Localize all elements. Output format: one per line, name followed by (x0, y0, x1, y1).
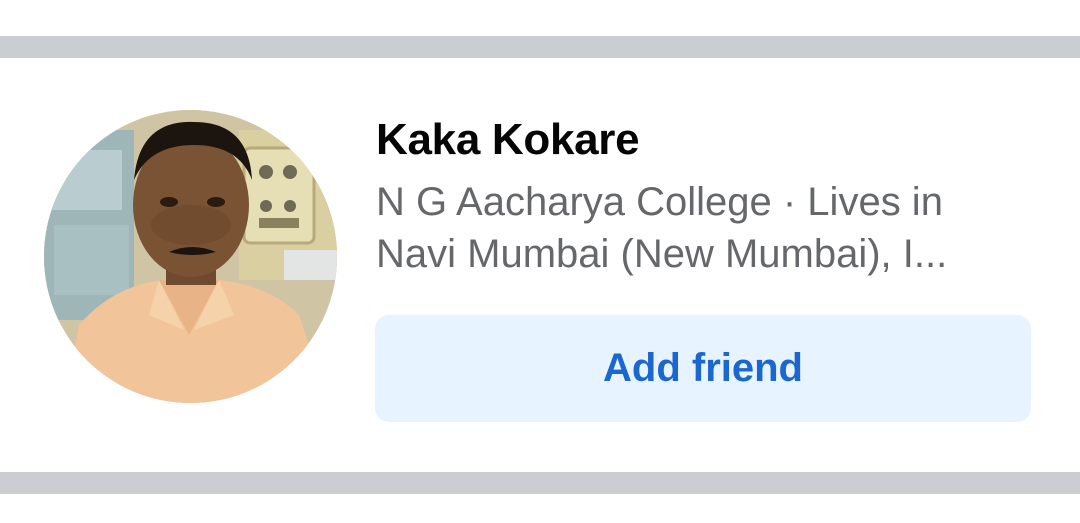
friend-suggestion-card: Kaka Kokare N G Aacharya College · Lives… (0, 58, 1080, 472)
profile-name[interactable]: Kaka Kokare (376, 112, 640, 168)
add-friend-label: Add friend (603, 346, 803, 390)
section-divider-bottom (0, 472, 1080, 494)
profile-photo-icon (44, 110, 337, 403)
avatar[interactable] (44, 110, 337, 403)
people-suggestion-screen: Kaka Kokare N G Aacharya College · Lives… (0, 0, 1080, 523)
add-friend-button[interactable]: Add friend (375, 315, 1031, 422)
profile-details-line-2: Navi Mumbai (New Mumbai), I... (376, 232, 948, 276)
section-divider-top (0, 36, 1080, 58)
profile-details-line-1: N G Aacharya College · Lives in (376, 180, 943, 224)
profile-details: N G Aacharya College · Lives in Navi Mum… (376, 176, 1026, 280)
